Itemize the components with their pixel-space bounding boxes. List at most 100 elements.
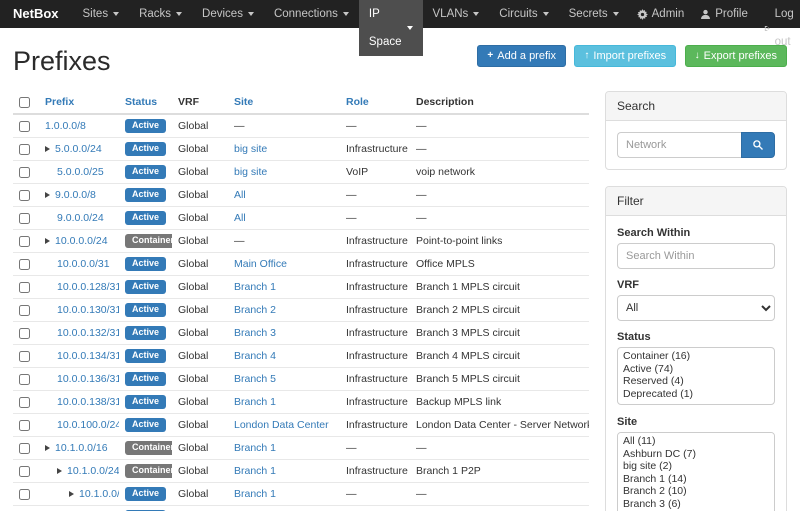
sort-header-prefix[interactable]: Prefix (45, 96, 74, 108)
search-button[interactable] (741, 132, 775, 158)
expand-arrow-icon[interactable] (69, 491, 74, 497)
nav-item-devices[interactable]: Devices (192, 0, 264, 28)
row-checkbox[interactable] (19, 213, 30, 224)
filter-option[interactable]: Reserved (4) (620, 375, 772, 388)
row-checkbox[interactable] (19, 236, 30, 247)
site-link[interactable]: big site (234, 166, 267, 178)
profile-link[interactable]: Profile (692, 0, 756, 28)
expand-arrow-icon[interactable] (57, 468, 62, 474)
row-checkbox[interactable] (19, 282, 30, 293)
row-checkbox[interactable] (19, 420, 30, 431)
prefix-link[interactable]: 10.0.0.128/31 (57, 281, 119, 293)
site-link[interactable]: Branch 5 (234, 373, 276, 385)
upload-icon: ↑ (584, 51, 589, 61)
prefix-link[interactable]: 10.0.0.0/31 (57, 258, 110, 270)
status-filter-list[interactable]: Container (16)Active (74)Reserved (4)Dep… (617, 347, 775, 405)
filter-option[interactable]: Deprecated (1) (620, 388, 772, 401)
expand-arrow-icon[interactable] (45, 192, 50, 198)
sort-header-site[interactable]: Site (234, 96, 253, 108)
export-prefixes-button[interactable]: ↓Export prefixes (685, 45, 787, 67)
nav-item-sites[interactable]: Sites (73, 0, 130, 28)
nav-item-label: VLANs (433, 0, 469, 28)
site-link[interactable]: Branch 2 (234, 304, 276, 316)
nav-item-ip-space[interactable]: IP Space (359, 0, 423, 56)
filter-option[interactable]: Branch 1 (14) (620, 473, 772, 486)
nav-item-secrets[interactable]: Secrets (559, 0, 629, 28)
site-link[interactable]: big site (234, 143, 267, 155)
site-cell: Branch 1 (228, 391, 340, 414)
site-filter-list[interactable]: All (11)Ashburn DC (7)big site (2)Branch… (617, 432, 775, 511)
row-checkbox[interactable] (19, 190, 30, 201)
prefix-link[interactable]: 10.0.0.132/31 (57, 327, 119, 339)
vrf-select[interactable]: All (617, 295, 775, 321)
prefix-link[interactable]: 10.0.0.136/31 (57, 373, 119, 385)
prefix-link[interactable]: 10.0.0.130/31 (57, 304, 119, 316)
site-cell: Main Office (228, 253, 340, 276)
admin-link[interactable]: Admin (629, 0, 693, 28)
search-input[interactable] (617, 132, 741, 158)
row-checkbox[interactable] (19, 466, 30, 477)
nav-item-connections[interactable]: Connections (264, 0, 359, 28)
filter-option[interactable]: big site (2) (620, 460, 772, 473)
nav-item-circuits[interactable]: Circuits (489, 0, 558, 28)
import-prefixes-button[interactable]: ↑Import prefixes (574, 45, 676, 67)
prefix-link[interactable]: 10.0.0.134/31 (57, 350, 119, 362)
filter-option[interactable]: Active (74) (620, 363, 772, 376)
prefix-link[interactable]: 1.0.0.0/8 (45, 120, 86, 132)
site-link[interactable]: All (234, 212, 246, 224)
prefix-link[interactable]: 10.0.100.0/24 (57, 419, 119, 431)
filter-option[interactable]: Ashburn DC (7) (620, 448, 772, 461)
row-checkbox[interactable] (19, 351, 30, 362)
search-within-input[interactable] (617, 243, 775, 269)
filter-option[interactable]: All (11) (620, 435, 772, 448)
filter-option[interactable]: Branch 3 (6) (620, 498, 772, 511)
row-checkbox[interactable] (19, 167, 30, 178)
site-link[interactable]: Branch 4 (234, 350, 276, 362)
expand-arrow-icon[interactable] (45, 238, 50, 244)
chevron-down-icon (343, 12, 349, 16)
site-link[interactable]: Branch 1 (234, 488, 276, 500)
expand-arrow-icon[interactable] (45, 146, 50, 152)
sort-header-role[interactable]: Role (346, 96, 369, 108)
site-cell: Branch 1 (228, 276, 340, 299)
prefix-link[interactable]: 10.0.0.138/31 (57, 396, 119, 408)
row-checkbox[interactable] (19, 305, 30, 316)
site-cell: big site (228, 161, 340, 184)
prefix-link[interactable]: 9.0.0.0/24 (57, 212, 104, 224)
row-checkbox[interactable] (19, 397, 30, 408)
sort-header-status[interactable]: Status (125, 96, 157, 108)
role-cell: Infrastructure (340, 414, 410, 437)
expand-arrow-icon[interactable] (45, 445, 50, 451)
chevron-down-icon (248, 12, 254, 16)
row-checkbox[interactable] (19, 259, 30, 270)
add-prefix-button[interactable]: +Add a prefix (477, 45, 566, 67)
row-checkbox[interactable] (19, 443, 30, 454)
site-link[interactable]: Branch 1 (234, 396, 276, 408)
site-link[interactable]: All (234, 189, 246, 201)
brand-link[interactable]: NetBox (0, 0, 73, 28)
site-link[interactable]: London Data Center (234, 419, 329, 431)
nav-item-vlans[interactable]: VLANs (423, 0, 490, 28)
prefix-link[interactable]: 5.0.0.0/25 (57, 166, 104, 178)
search-icon (752, 139, 764, 151)
prefix-link[interactable]: 9.0.0.0/8 (55, 189, 96, 201)
prefix-link[interactable]: 10.0.0.0/24 (55, 235, 108, 247)
row-checkbox[interactable] (19, 328, 30, 339)
row-checkbox[interactable] (19, 121, 30, 132)
site-link[interactable]: Branch 3 (234, 327, 276, 339)
filter-option[interactable]: Branch 2 (10) (620, 485, 772, 498)
row-checkbox[interactable] (19, 489, 30, 500)
site-link[interactable]: Main Office (234, 258, 287, 270)
filter-option[interactable]: Container (16) (620, 350, 772, 363)
site-link[interactable]: Branch 1 (234, 465, 276, 477)
site-link[interactable]: Branch 1 (234, 281, 276, 293)
select-all-checkbox[interactable] (19, 97, 30, 108)
prefix-link[interactable]: 10.1.0.0/25 (79, 488, 119, 500)
nav-item-racks[interactable]: Racks (129, 0, 192, 28)
row-checkbox[interactable] (19, 144, 30, 155)
prefix-link[interactable]: 5.0.0.0/24 (55, 143, 102, 155)
prefix-link[interactable]: 10.1.0.0/16 (55, 442, 108, 454)
prefix-link[interactable]: 10.1.0.0/24 (67, 465, 119, 477)
site-link[interactable]: Branch 1 (234, 442, 276, 454)
row-checkbox[interactable] (19, 374, 30, 385)
